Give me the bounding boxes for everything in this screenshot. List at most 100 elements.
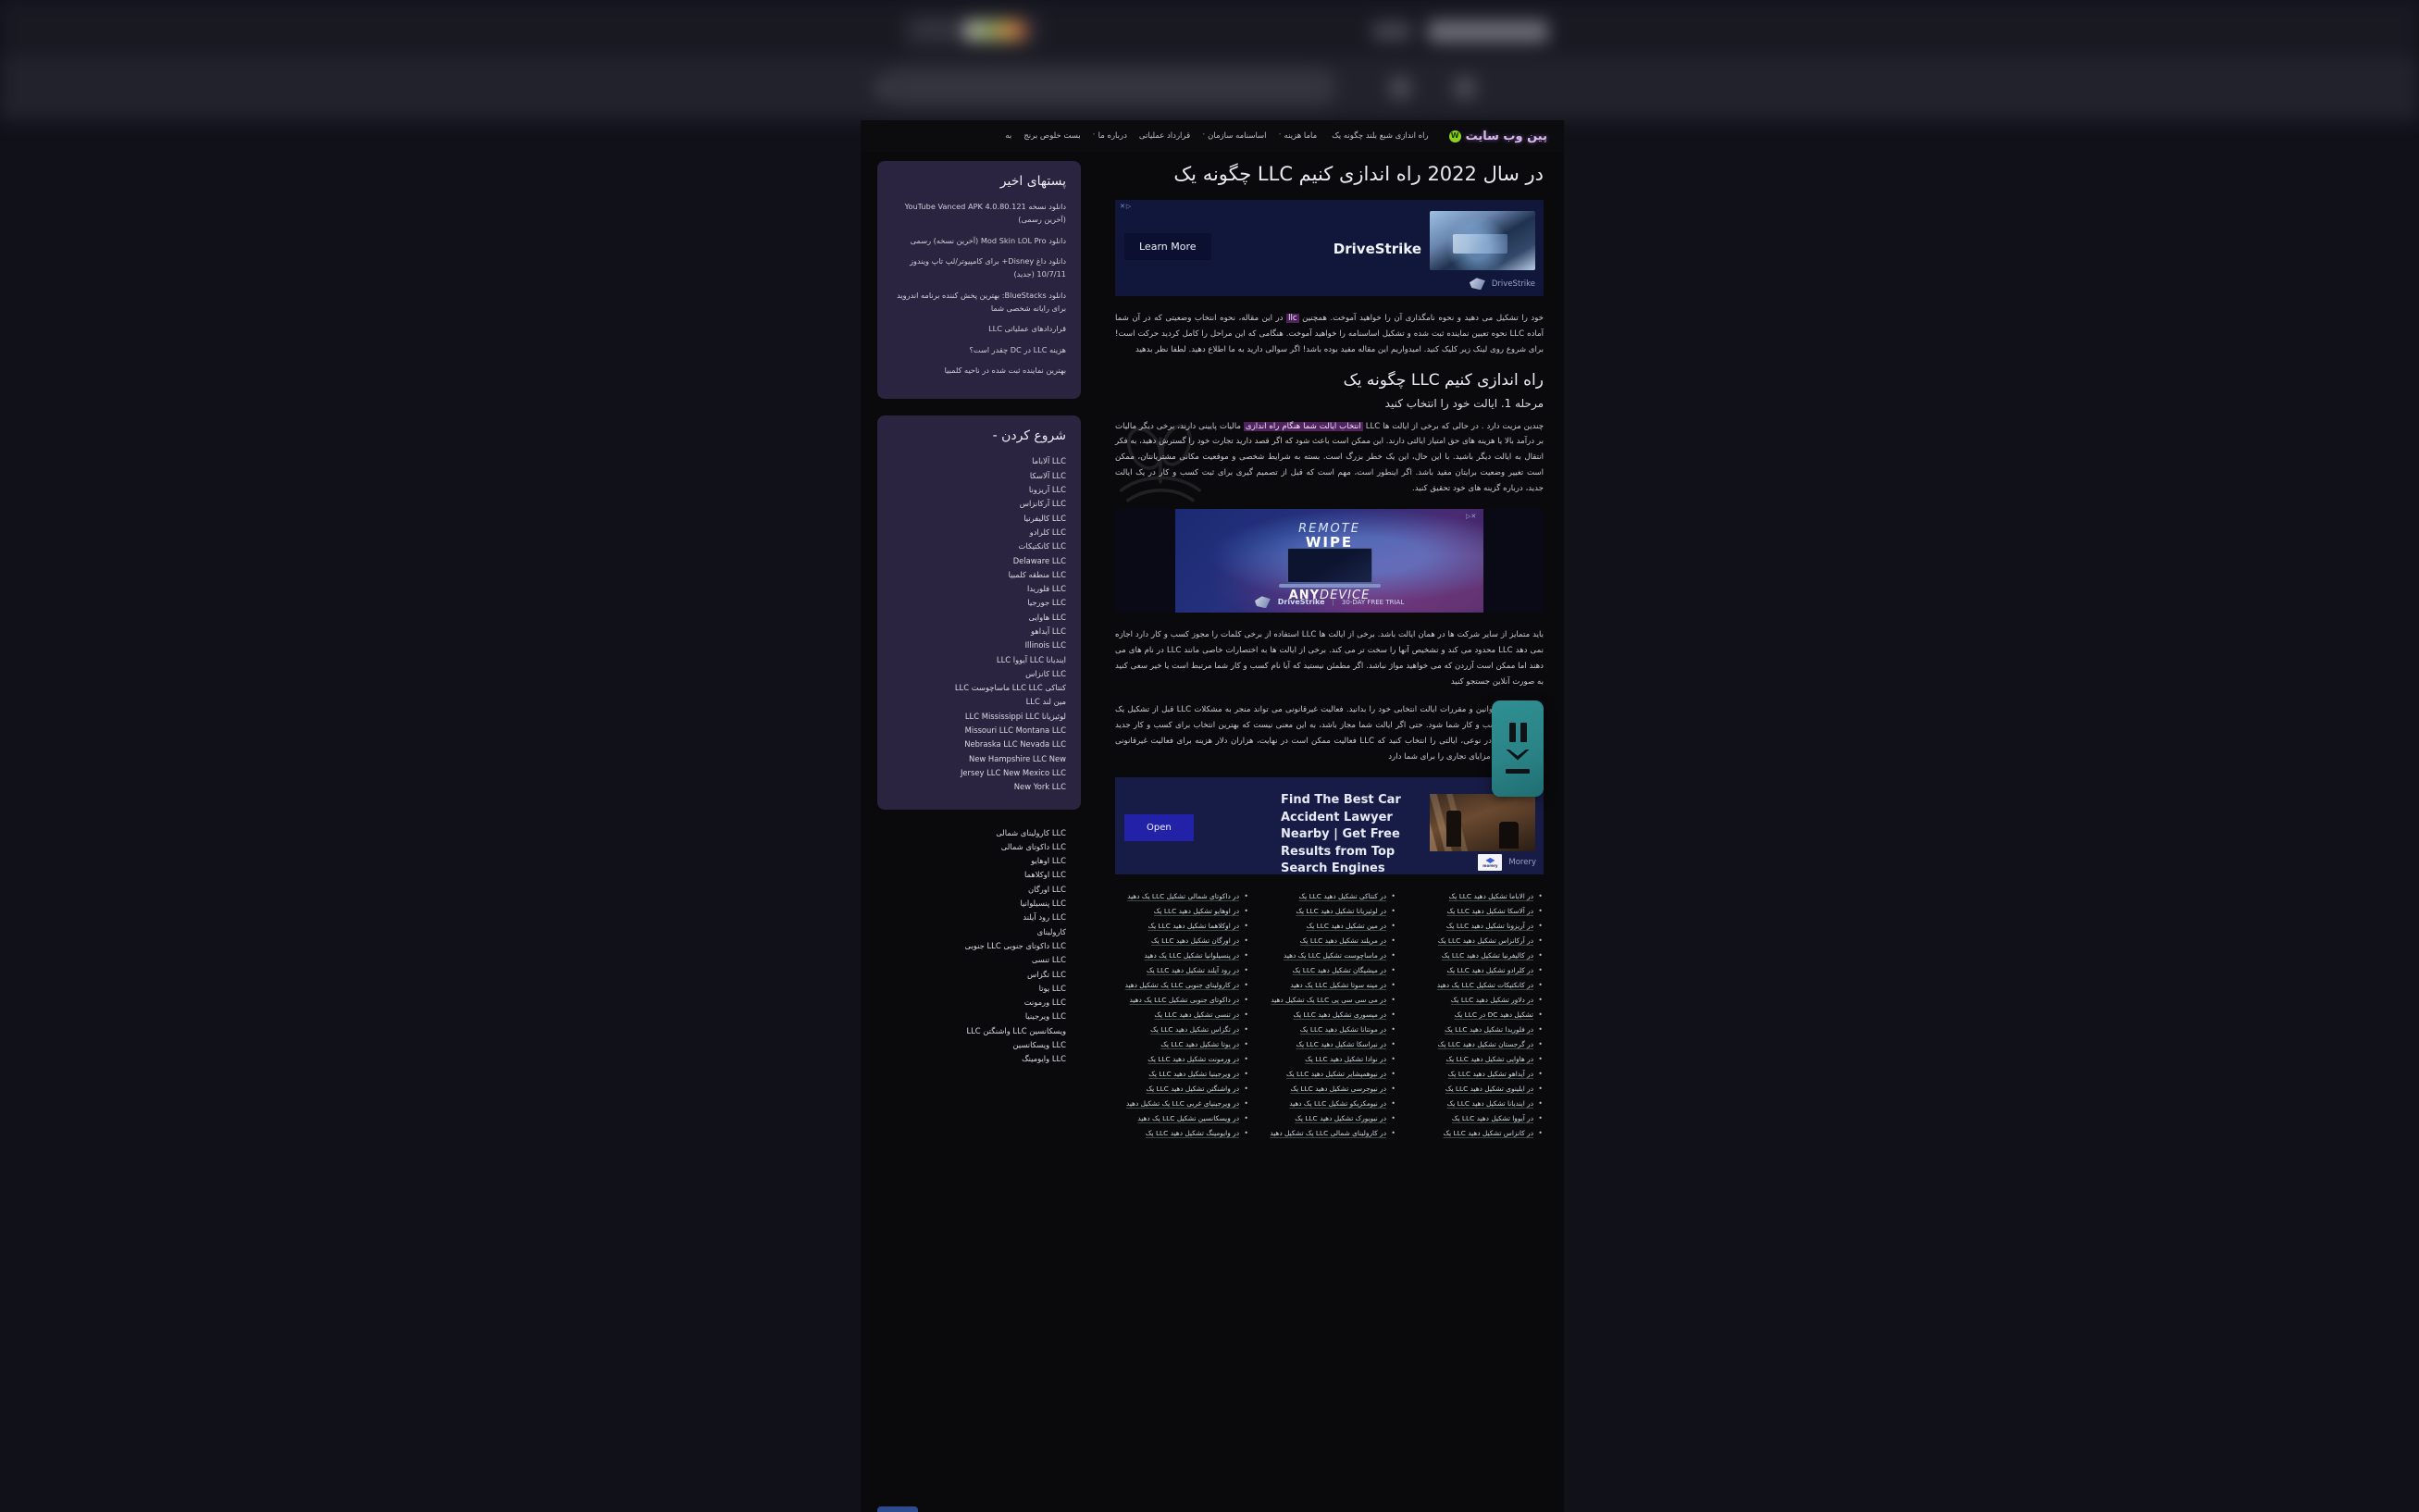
state-link[interactable]: در الاباما تشکیل دهید LLC یک: [1409, 890, 1544, 903]
ad-car-accident-lawyer-banner[interactable]: ▷✕ Find The Best Car Accident Lawyer Nea…: [1115, 777, 1544, 875]
state-list-item[interactable]: LLC منطقه کلمبیا: [892, 568, 1066, 582]
state-list-item[interactable]: Nebraska LLC Nevada LLC: [892, 737, 1066, 751]
state-link[interactable]: در گرجستان تشکیل دهید LLC یک: [1409, 1038, 1544, 1051]
state-list-item[interactable]: LLC پنسیلوانیا: [892, 897, 1066, 911]
state-list-item[interactable]: LLC آریزونا: [892, 483, 1066, 497]
state-link[interactable]: در مینه سوتا تشکیل LLC یک دهید: [1262, 979, 1396, 992]
adchoices-icon[interactable]: ▷✕: [1120, 203, 1132, 210]
state-list-item[interactable]: Delaware LLC: [892, 554, 1066, 568]
recent-post-item[interactable]: دانلود Mod Skin LOL Pro (آخرین نسخه) رسم…: [892, 234, 1066, 247]
state-list-item[interactable]: LLC تگزاس: [892, 968, 1066, 982]
state-link[interactable]: در آیووا تشکیل دهید LLC یک: [1409, 1112, 1544, 1125]
state-link[interactable]: در یوتا تشکیل دهید LLC یک: [1115, 1038, 1249, 1051]
nav-item-operating-agreement[interactable]: قرارداد عملیاتی: [1139, 131, 1190, 141]
state-link[interactable]: در آلاسکا تشکیل دهید LLC یک: [1409, 905, 1544, 918]
state-link[interactable]: در نیویورک تشکیل دهید LLC یک: [1262, 1112, 1396, 1125]
pause-icon[interactable]: [1508, 722, 1527, 742]
state-link[interactable]: در ویرجینیا تشکیل دهید LLC یک: [1115, 1068, 1249, 1081]
state-link[interactable]: در فلوریدا تشکیل دهید LLC یک: [1409, 1023, 1544, 1036]
state-link[interactable]: در می سی سی پی LLC یک تشکیل دهید: [1262, 994, 1396, 1007]
ad-drivestrike-banner[interactable]: ▷✕ DriveStrike Learn More DriveStrike: [1115, 200, 1544, 297]
state-link[interactable]: در رود آیلند تشکیل دهید LLC یک: [1115, 964, 1249, 977]
state-list-item[interactable]: LLC کانکتیکات: [892, 539, 1066, 553]
state-link[interactable]: در نوادا تشکیل دهید LLC یک: [1262, 1053, 1396, 1066]
state-link[interactable]: در نیوهمپشایر تشکیل دهید LLC یک: [1262, 1068, 1396, 1081]
state-link[interactable]: در تنسی تشکیل دهید LLC یک: [1115, 1009, 1249, 1022]
state-list-item[interactable]: ویسکانسین LLC واشنگتن LLC: [892, 1024, 1066, 1038]
state-list-item[interactable]: LLC آیداهو: [892, 625, 1066, 638]
state-link[interactable]: در ویسکانسین تشکیل LLC یک دهید: [1115, 1112, 1249, 1125]
state-link[interactable]: در مریلند تشکیل دهید LLC یک: [1262, 935, 1396, 948]
recent-post-item[interactable]: قراردادهای عملیاتی LLC: [892, 322, 1066, 335]
nav-item-costs[interactable]: ماما هزینه ˅: [1279, 131, 1318, 141]
recent-post-item[interactable]: هزینه LLC در DC چقدر است؟: [892, 343, 1066, 356]
state-list-item[interactable]: LLC یوتا: [892, 982, 1066, 996]
state-list-item[interactable]: LLC هاوایی: [892, 611, 1066, 625]
state-link[interactable]: در هاوایی تشکیل دهید LLC یک: [1409, 1053, 1544, 1066]
state-list-item[interactable]: کنتاکی LLC LLC ماساچوست LLC: [892, 681, 1066, 695]
state-list-item[interactable]: LLC کالیفرنیا: [892, 512, 1066, 526]
state-link[interactable]: در ایندیانا تشکیل دهید LLC یک: [1409, 1097, 1544, 1110]
state-link[interactable]: در کانزاس تشکیل دهید LLC یک: [1409, 1127, 1544, 1140]
state-list-item[interactable]: LLC وایومینگ: [892, 1052, 1066, 1066]
state-list-item[interactable]: LLC ویسکانسین: [892, 1038, 1066, 1052]
nav-item-misc[interactable]: به: [1005, 131, 1011, 141]
state-link[interactable]: در ماساچوست تشکیل LLC یک دهید: [1262, 949, 1396, 962]
state-link[interactable]: در مونتانا تشکیل دهید LLC یک: [1262, 1023, 1396, 1036]
state-list-item[interactable]: LLC اورگان: [892, 883, 1066, 897]
download-pause-widget[interactable]: [1492, 700, 1544, 797]
state-link[interactable]: در ورمونت تشکیل دهید LLC یک: [1115, 1053, 1249, 1066]
state-link[interactable]: در اورگان تشکیل دهید LLC یک: [1115, 935, 1249, 948]
state-list-item[interactable]: LLC ورمونت: [892, 996, 1066, 1010]
state-list-item[interactable]: ایندیانا LLC آیووا LLC: [892, 653, 1066, 667]
state-link[interactable]: در دلاور تشکیل دهید LLC یک: [1409, 994, 1544, 1007]
state-link[interactable]: در نیومکزیکو تشکیل LLC یک دهید: [1262, 1097, 1396, 1110]
browser-extension-icon[interactable]: [1388, 76, 1412, 100]
state-link[interactable]: تشکیل دهید DC در LLC یک: [1409, 1009, 1544, 1022]
state-link[interactable]: در پنسیلوانیا تشکیل LLC یک دهید: [1115, 949, 1249, 962]
state-list-item[interactable]: LLC کلرادو: [892, 526, 1066, 539]
state-link[interactable]: در نیوجرسی تشکیل دهید LLC یک: [1262, 1083, 1396, 1096]
ad-remote-wipe-banner[interactable]: ▷✕ REMOTE WIPE ANYDEVICE DriveStrike | 3…: [1115, 509, 1544, 613]
state-list-item[interactable]: Jersey LLC New Mexico LLC: [892, 766, 1066, 780]
state-link[interactable]: در لوئیزیانا تشکیل دهید LLC یک: [1262, 905, 1396, 918]
state-link[interactable]: در نبراسکا تشکیل دهید LLC یک: [1262, 1038, 1396, 1051]
state-link[interactable]: در واشنگتن تشکیل دهید LLC یک: [1115, 1083, 1249, 1096]
state-link[interactable]: در آیداهو تشکیل دهید LLC یک: [1409, 1068, 1544, 1081]
state-list-item[interactable]: LLC فلوریدا: [892, 582, 1066, 596]
state-link[interactable]: در کنتاکی تشکیل دهید LLC یک: [1262, 890, 1396, 903]
state-list-item[interactable]: LLC آرکانزاس: [892, 497, 1066, 511]
browser-window-control-b[interactable]: [1428, 20, 1548, 43]
state-list-item[interactable]: LLC کانزاس: [892, 667, 1066, 681]
recent-post-item[interactable]: دانلود داغ Disney+ برای کامپیوتر/لپ تاپ …: [892, 254, 1066, 281]
state-list-item[interactable]: کارولینای: [892, 925, 1066, 939]
ad-open-button[interactable]: Open: [1124, 814, 1194, 842]
browser-window-control-a[interactable]: [1372, 22, 1411, 41]
recent-post-item[interactable]: دانلود BlueStacks: بهترین پخش کننده برنا…: [892, 289, 1066, 316]
state-list-item[interactable]: LLC آلاباما: [892, 454, 1066, 468]
state-link[interactable]: در اوکلاهما تشکیل دهید LLC یک: [1115, 920, 1249, 933]
download-arrow-icon[interactable]: [1504, 748, 1532, 775]
browser-profile-icon[interactable]: [1453, 76, 1477, 100]
state-list-item[interactable]: LLC تنسی: [892, 953, 1066, 967]
state-link[interactable]: در اوهایو تشکیل دهید LLC یک: [1115, 905, 1249, 918]
state-list-item[interactable]: لوئیزیانا LLC Mississippi LLC: [892, 710, 1066, 724]
state-link[interactable]: در مین تشکیل دهید LLC یک: [1262, 920, 1396, 933]
site-brand[interactable]: پین وب سایت W: [1448, 130, 1547, 143]
state-link[interactable]: در وایومینگ تشکیل دهید LLC یک: [1115, 1127, 1249, 1140]
recent-post-item[interactable]: بهترین نماینده ثبت شده در ناحیه کلمبیا: [892, 364, 1066, 377]
state-list-item[interactable]: مین لند LLC: [892, 695, 1066, 709]
state-link[interactable]: در میشیگان تشکیل دهید LLC یک: [1262, 964, 1396, 977]
state-link[interactable]: در ایلینوی تشکیل دهید LLC یک: [1409, 1083, 1544, 1096]
browser-address-bar[interactable]: [884, 68, 1337, 105]
state-list-item[interactable]: LLC رود آیلند: [892, 911, 1066, 924]
nav-item-best-service[interactable]: بست خلوص برنج: [1023, 131, 1080, 141]
state-list-item[interactable]: LLC اوکلاهما: [892, 868, 1066, 882]
state-link[interactable]: در آریزونا تشکیل دهید LLC یک: [1409, 920, 1544, 933]
nav-item-about-us[interactable]: درباره ما ˅: [1093, 131, 1127, 141]
state-list-item[interactable]: LLC داکوتای شمالی: [892, 840, 1066, 854]
state-link[interactable]: در کارولینای شمالی LLC یک تشکیل دهید: [1262, 1127, 1396, 1140]
state-list-item[interactable]: New Hampshire LLC New: [892, 752, 1066, 766]
state-link[interactable]: در کالیفرنیا تشکیل دهید LLC یک: [1409, 949, 1544, 962]
state-list-item[interactable]: LLC آلاسکا: [892, 469, 1066, 483]
